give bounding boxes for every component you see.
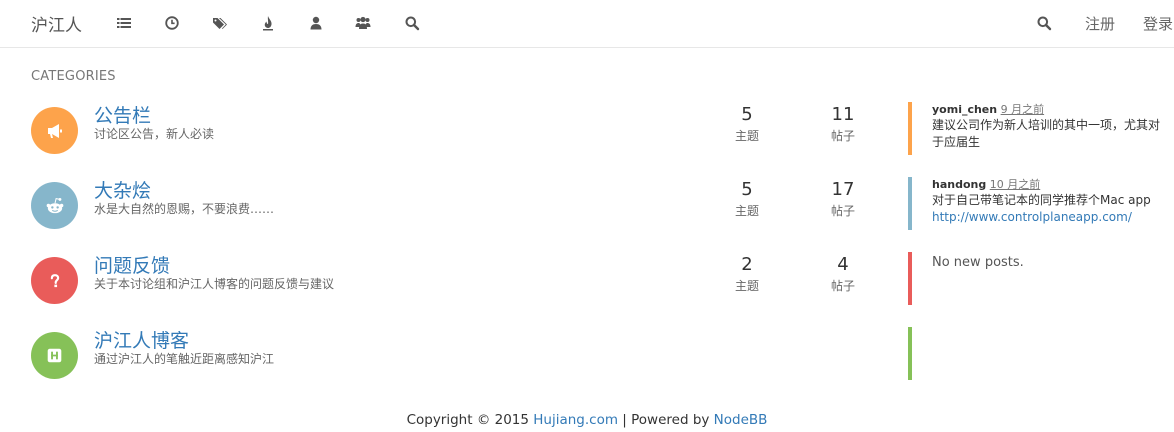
clock-icon[interactable] <box>164 15 180 31</box>
topics-label: 主题 <box>734 129 759 143</box>
hujiang-link[interactable]: Hujiang.com <box>533 412 618 428</box>
teaser-meta: handong 10 月之前 <box>932 177 1170 192</box>
category-title[interactable]: 大杂烩 <box>94 176 151 203</box>
teaser-timestamp[interactable]: 9 月之前 <box>1001 103 1045 116</box>
teaser-content[interactable]: 建议公司作为新人培训的其中一项，尤其对于应届生 <box>932 117 1170 151</box>
topics-value: 2 <box>741 254 753 275</box>
copyright-text: Copyright © 2015 <box>406 412 534 428</box>
topics-value: 5 <box>741 104 753 125</box>
nodebb-link[interactable]: NodeBB <box>714 412 768 428</box>
posts-value: 4 <box>837 254 849 275</box>
teaser-meta: yomi_chen 9 月之前 <box>932 102 1170 117</box>
topics-label: 主题 <box>734 204 759 218</box>
users-icon[interactable] <box>355 15 371 31</box>
footer: Copyright © 2015 Hujiang.com | Powered b… <box>0 412 1174 428</box>
topics-value: 5 <box>741 179 753 200</box>
category-title[interactable]: 公告栏 <box>94 101 151 128</box>
category-description: 通过沪江人的笔触近距离感知沪江 <box>94 352 275 366</box>
bullhorn-icon[interactable] <box>31 107 78 154</box>
login-link[interactable]: 登录 <box>1143 13 1173 34</box>
fire-icon[interactable] <box>260 15 276 31</box>
category-row-misc: 大杂烩 水是大自然的恩赐，不要浪费…… 5 主题 17 帖子 handong 1… <box>0 177 1174 257</box>
h-square-icon[interactable] <box>31 332 78 379</box>
reddit-alien-icon[interactable] <box>31 182 78 229</box>
brand-title[interactable]: 沪江人 <box>31 11 82 36</box>
topics-count: 2 主题 <box>717 253 777 295</box>
posts-label: 帖子 <box>830 129 855 143</box>
teaser-link[interactable]: http://www.controlplaneapp.com/ <box>932 209 1170 226</box>
teaser-content[interactable]: 对于自己带笔记本的同学推荐个Mac app <box>932 192 1170 209</box>
register-link[interactable]: 注册 <box>1085 13 1115 34</box>
latest-post-teaser: No new posts. <box>908 252 1170 305</box>
posts-value: 17 <box>831 179 855 200</box>
category-description: 关于本讨论组和沪江人博客的问题反馈与建议 <box>94 277 335 291</box>
posts-count: 11 帖子 <box>813 103 873 145</box>
category-title[interactable]: 问题反馈 <box>94 251 170 278</box>
search-icon[interactable] <box>1036 15 1052 31</box>
category-row-announcements: 公告栏 讨论区公告，新人必读 5 主题 11 帖子 yomi_chen 9 月之… <box>0 102 1174 182</box>
categories-heading: CATEGORIES <box>31 69 116 84</box>
posts-count: 17 帖子 <box>813 178 873 220</box>
teaser-username[interactable]: handong <box>932 178 986 191</box>
latest-post-teaser: yomi_chen 9 月之前 建议公司作为新人培训的其中一项，尤其对于应届生 <box>908 102 1170 155</box>
category-row-blog: 沪江人博客 通过沪江人的笔触近距离感知沪江 <box>0 327 1174 407</box>
posts-value: 11 <box>831 104 855 125</box>
latest-post-teaser: handong 10 月之前 对于自己带笔记本的同学推荐个Mac app htt… <box>908 177 1170 230</box>
category-title[interactable]: 沪江人博客 <box>94 326 189 353</box>
category-description: 水是大自然的恩赐，不要浪费…… <box>94 202 275 216</box>
topics-count: 5 主题 <box>717 103 777 145</box>
posts-count: 4 帖子 <box>813 253 873 295</box>
list-icon[interactable] <box>116 15 132 31</box>
search-icon[interactable] <box>404 15 420 31</box>
teaser-timestamp[interactable]: 10 月之前 <box>990 178 1041 191</box>
question-icon[interactable] <box>31 257 78 304</box>
user-icon[interactable] <box>308 15 324 31</box>
posts-label: 帖子 <box>830 204 855 218</box>
navbar: 沪江人 注册 登录 <box>0 0 1174 48</box>
category-row-feedback: 问题反馈 关于本讨论组和沪江人博客的问题反馈与建议 2 主题 4 帖子 No n… <box>0 252 1174 332</box>
posts-label: 帖子 <box>830 279 855 293</box>
teaser-username[interactable]: yomi_chen <box>932 103 997 116</box>
topics-label: 主题 <box>734 279 759 293</box>
category-description: 讨论区公告，新人必读 <box>94 127 215 141</box>
topics-count: 5 主题 <box>717 178 777 220</box>
no-posts-text: No new posts. <box>932 255 1024 270</box>
latest-post-teaser <box>908 327 1170 380</box>
powered-by-text: | Powered by <box>618 412 714 428</box>
tags-icon[interactable] <box>212 15 228 31</box>
